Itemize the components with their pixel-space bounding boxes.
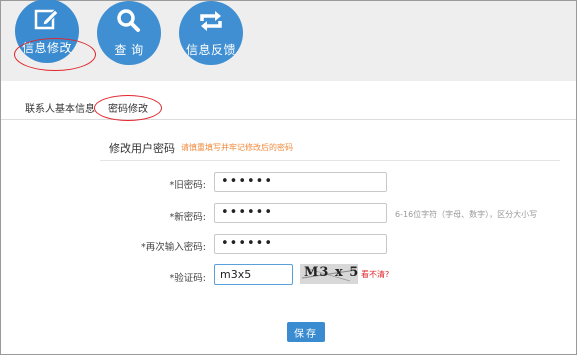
- captcha-image[interactable]: M3 x 5: [300, 264, 358, 284]
- new-password-field[interactable]: ••••••: [214, 203, 387, 223]
- old-password-label: *旧密码:: [169, 180, 206, 191]
- nav-item-label: 信息修改: [21, 41, 72, 55]
- new-password-hint: 6-16位字符（字母、数字），区分大小写: [395, 210, 538, 219]
- captcha-label: *验证码:: [169, 273, 206, 284]
- new-password-label: *新密码:: [169, 212, 206, 223]
- save-button[interactable]: 保存: [287, 322, 325, 342]
- captcha-text: M3 x 5: [304, 265, 358, 280]
- old-password-field[interactable]: ••••••: [214, 172, 387, 192]
- confirm-password-label: *再次输入密码:: [141, 242, 206, 253]
- captcha-input[interactable]: m3x5: [214, 264, 293, 285]
- search-icon: [97, 7, 161, 35]
- refresh-icon: [179, 7, 243, 35]
- confirm-password-field[interactable]: ••••••: [214, 234, 387, 254]
- nav-item-query[interactable]: 查 询: [97, 1, 161, 65]
- tab-contact-info[interactable]: 联系人基本信息: [25, 100, 95, 115]
- top-navigation: 信息修改 查 询 信息反馈: [1, 0, 576, 81]
- section-title: 修改用户密码: [109, 142, 175, 155]
- nav-item-label: 信息反馈: [185, 43, 236, 57]
- nav-item-label: 查 询: [114, 43, 144, 57]
- captcha-refresh-link[interactable]: 看不清?: [361, 269, 389, 280]
- tab-password-change[interactable]: 密码修改: [108, 100, 148, 115]
- nav-item-feedback[interactable]: 信息反馈: [179, 1, 243, 65]
- tab-bar: 联系人基本信息 密码修改: [1, 95, 576, 120]
- edit-icon: [15, 5, 79, 33]
- nav-item-edit-info[interactable]: 信息修改: [15, 0, 79, 63]
- section-hint: 请慎重填写并牢记修改后的密码: [181, 143, 293, 152]
- section-divider: [100, 160, 560, 161]
